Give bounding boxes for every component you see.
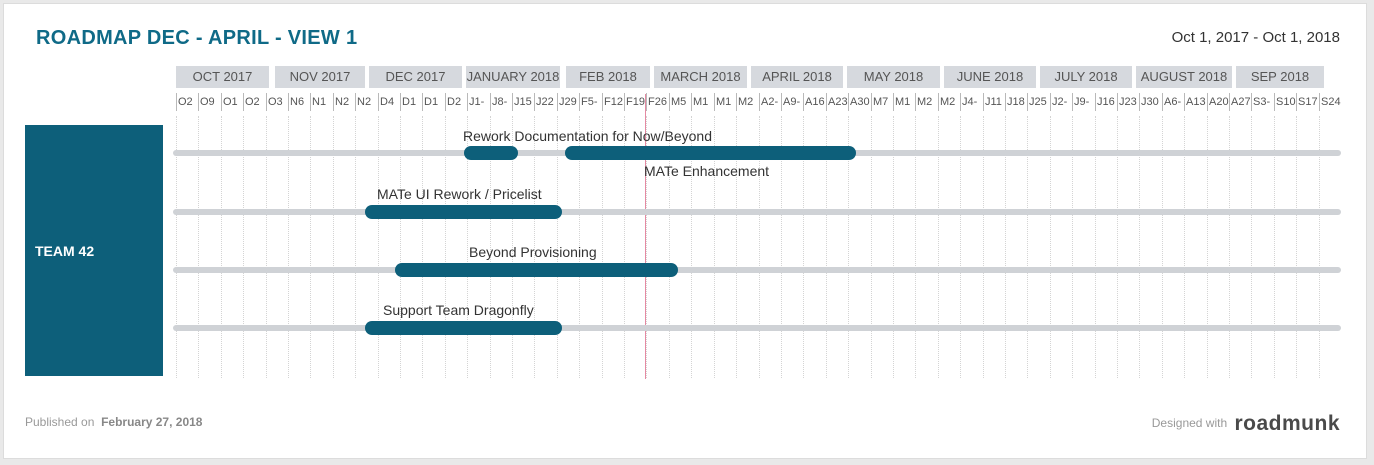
bar-label[interactable]: Beyond Provisioning — [469, 244, 597, 260]
team-name: TEAM 42 — [35, 243, 95, 259]
lane-track — [173, 267, 1341, 273]
week-header: M2 — [736, 93, 758, 111]
bar-label[interactable]: MATe Enhancement — [644, 163, 769, 179]
bar-rework-documentation[interactable] — [464, 146, 518, 160]
month-header: MAY 2018 — [847, 66, 940, 88]
week-header: N1 — [310, 93, 332, 111]
month-header: DEC 2017 — [369, 66, 462, 88]
week-header: D1 — [400, 93, 422, 111]
week-header: J4- — [960, 93, 982, 111]
week-header: A2- — [759, 93, 781, 111]
week-header: M2 — [938, 93, 960, 111]
week-header: F26 — [646, 93, 668, 111]
month-header: APRIL 2018 — [751, 66, 843, 88]
month-header: JULY 2018 — [1040, 66, 1132, 88]
week-header: J23 — [1117, 93, 1139, 111]
published-info: Published on February 27, 2018 — [25, 415, 202, 429]
week-header: F12 — [602, 93, 624, 111]
week-header: A27 — [1229, 93, 1251, 111]
bar-support-team-dragonfly[interactable] — [365, 321, 562, 335]
week-header: O2 — [243, 93, 265, 111]
month-header: OCT 2017 — [176, 66, 269, 88]
team-swimlane-header[interactable]: TEAM 42 — [25, 125, 163, 376]
month-header: NOV 2017 — [275, 66, 365, 88]
bar-beyond-provisioning[interactable] — [395, 263, 678, 277]
month-header: AUGUST 2018 — [1136, 66, 1232, 88]
week-header: S10 — [1274, 93, 1296, 111]
week-header: D2 — [445, 93, 467, 111]
bar-label[interactable]: Rework Documentation for Now/Beyond — [463, 128, 712, 144]
week-header: O1 — [221, 93, 243, 111]
week-header: N2 — [333, 93, 355, 111]
week-header: M1 — [893, 93, 915, 111]
week-header: M2 — [915, 93, 937, 111]
bar-label[interactable]: Support Team Dragonfly — [383, 302, 534, 318]
week-header: M1 — [691, 93, 713, 111]
week-header: M7 — [871, 93, 893, 111]
week-header: J16 — [1095, 93, 1117, 111]
week-header: D1 — [422, 93, 444, 111]
roadmap-card: ROADMAP DEC - APRIL - VIEW 1 Oct 1, 2017… — [3, 3, 1367, 459]
week-header: N6 — [288, 93, 310, 111]
week-header: S17 — [1296, 93, 1318, 111]
week-header: O2 — [176, 93, 198, 111]
week-header: A30 — [848, 93, 870, 111]
week-header: F19 — [624, 93, 646, 111]
week-header: A6- — [1162, 93, 1184, 111]
week-header: A9- — [781, 93, 803, 111]
bar-mate-enhancement[interactable] — [565, 146, 856, 160]
week-header: J30 — [1139, 93, 1161, 111]
designed-with[interactable]: Designed with roadmunk — [1152, 412, 1340, 436]
week-header: F5- — [579, 93, 601, 111]
week-header: A16 — [803, 93, 825, 111]
week-header: J2- — [1050, 93, 1072, 111]
date-range[interactable]: Oct 1, 2017 - Oct 1, 2018 — [1172, 29, 1340, 46]
week-header: N2 — [355, 93, 377, 111]
week-header: S3- — [1251, 93, 1273, 111]
week-header: D4 — [378, 93, 400, 111]
published-prefix: Published on — [25, 415, 95, 429]
week-header: A23 — [826, 93, 848, 111]
lane-track — [173, 209, 1341, 215]
week-header: O9 — [198, 93, 220, 111]
week-header: M5 — [669, 93, 691, 111]
week-header: J9- — [1072, 93, 1094, 111]
roadmap-title: ROADMAP DEC - APRIL - VIEW 1 — [36, 27, 358, 49]
week-header: A20 — [1207, 93, 1229, 111]
designed-with-text: Designed with — [1151, 416, 1228, 430]
week-header: J8- — [490, 93, 512, 111]
week-header: M1 — [714, 93, 736, 111]
month-header: FEB 2018 — [566, 66, 650, 88]
week-header: S24 — [1319, 93, 1341, 111]
month-header: JANUARY 2018 — [466, 66, 560, 88]
week-header: J15 — [512, 93, 534, 111]
week-header: O3 — [266, 93, 288, 111]
bar-mate-ui-rework[interactable] — [365, 205, 562, 219]
month-header: SEP 2018 — [1236, 66, 1324, 88]
lane-track — [173, 325, 1341, 331]
month-header: MARCH 2018 — [654, 66, 747, 88]
month-header: JUNE 2018 — [944, 66, 1036, 88]
week-header: J22 — [534, 93, 556, 111]
week-header: J18 — [1005, 93, 1027, 111]
week-header: J25 — [1027, 93, 1049, 111]
published-date: February 27, 2018 — [101, 415, 203, 429]
bar-label[interactable]: MATe UI Rework / Pricelist — [377, 186, 542, 202]
week-header: J11 — [983, 93, 1005, 111]
week-header: J1- — [467, 93, 489, 111]
week-header: A13 — [1184, 93, 1206, 111]
roadmunk-logo: roadmunk — [1234, 412, 1340, 435]
week-header: J29 — [557, 93, 579, 111]
